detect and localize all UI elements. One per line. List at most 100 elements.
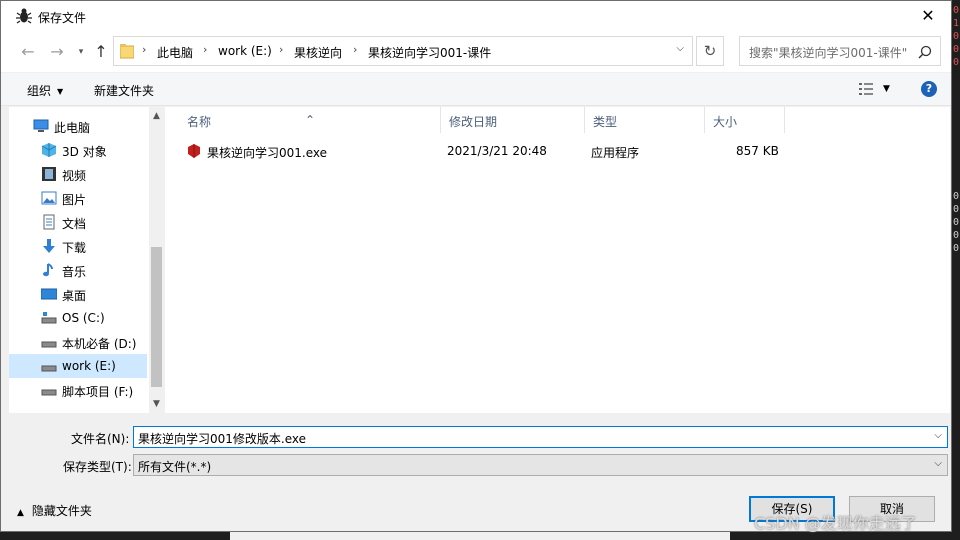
chevron-down-icon[interactable]: ⌵: [934, 458, 942, 469]
drive-icon: [41, 389, 57, 396]
breadcrumb-separator-icon: ›: [203, 43, 208, 56]
view-options-caret-icon[interactable]: ▼: [883, 84, 890, 94]
background-terminal: 0 1 0 0 0 0 0 0 0 0: [952, 0, 960, 540]
view-details-icon[interactable]: [859, 83, 873, 95]
bg-digit: 0: [952, 243, 959, 254]
column-header-name[interactable]: 名称 ⌃: [179, 107, 441, 133]
sidebar-item-label: 音乐: [62, 265, 87, 279]
breadcrumb-item[interactable]: 果核逆向: [294, 44, 342, 61]
sidebar-item-videos[interactable]: 视频: [9, 162, 147, 186]
background-gap: [230, 532, 730, 540]
help-button[interactable]: ?: [921, 81, 937, 97]
sidebar-item-drive-d[interactable]: 本机必备 (D:): [9, 330, 147, 354]
forward-button[interactable]: →: [46, 41, 68, 63]
refresh-button[interactable]: ↻: [696, 36, 724, 66]
up-button[interactable]: ↑: [90, 41, 112, 63]
breadcrumb-item[interactable]: 果核逆向学习001-课件: [368, 44, 491, 61]
drive-icon: [41, 341, 57, 348]
sidebar-item-drive-f[interactable]: 脚本项目 (F:): [9, 378, 147, 402]
back-arrow-icon: ←: [21, 42, 35, 61]
exe-app-icon: [188, 144, 200, 158]
breadcrumb-item[interactable]: work (E:): [218, 44, 272, 58]
search-box[interactable]: 搜索"果核逆向学习001-课件": [739, 36, 941, 66]
organize-menu[interactable]: 组织 ▼: [27, 82, 63, 99]
sidebar-scrollbar[interactable]: ▲ ▼: [149, 107, 164, 413]
window-title: 保存文件: [38, 11, 87, 25]
documents-icon: [43, 214, 55, 230]
sidebar-item-drive-e[interactable]: work (E:): [9, 354, 147, 378]
sidebar-item-documents[interactable]: 文档: [9, 210, 147, 234]
sidebar-item-label: 3D 对象: [62, 145, 107, 159]
column-header-modified[interactable]: 修改日期: [441, 107, 585, 133]
sidebar-item-label: 文档: [62, 217, 87, 231]
column-header-label: 类型: [593, 115, 618, 129]
bg-digit: 0: [952, 204, 959, 215]
sidebar-item-pictures[interactable]: 图片: [9, 186, 147, 210]
sidebar-item-3d-objects[interactable]: 3D 对象: [9, 138, 147, 162]
app-bug-icon: [16, 8, 32, 24]
file-row[interactable]: 果核逆向学习001.exe 2021/3/21 20:48 应用程序 857 K…: [179, 141, 939, 161]
sidebar-item-label: 桌面: [62, 289, 87, 303]
filename-field[interactable]: 果核逆向学习001修改版本.exe ⌵: [133, 426, 948, 448]
search-input[interactable]: 搜索"果核逆向学习001-课件": [749, 44, 907, 61]
recent-locations-button[interactable]: ▾: [70, 41, 92, 63]
sort-ascending-icon: ⌃: [305, 113, 316, 127]
bg-digit: 1: [952, 18, 959, 29]
filetype-label: 保存类型(T):: [63, 460, 132, 474]
sidebar-item-label: 此电脑: [54, 121, 91, 135]
video-icon: [42, 167, 56, 181]
scroll-down-icon[interactable]: ▼: [149, 399, 164, 409]
sidebar-item-drive-c[interactable]: OS (C:): [9, 306, 147, 330]
column-header-size[interactable]: 大小: [705, 107, 785, 133]
column-header-label: 大小: [713, 115, 738, 129]
caret-down-icon: ▼: [57, 87, 64, 96]
sidebar-item-label: 视频: [62, 169, 87, 183]
back-button[interactable]: ←: [17, 41, 39, 63]
sidebar-item-label: 本机必备 (D:): [62, 337, 137, 351]
sidebar-item-label: OS (C:): [62, 311, 105, 325]
title-bar[interactable]: 保存文件 ✕: [1, 1, 951, 32]
file-list: 名称 ⌃ 修改日期 类型 大小 果核逆向学习001.exe 2021/3/21 …: [165, 107, 950, 413]
sidebar-item-this-pc[interactable]: 此电脑: [9, 114, 147, 138]
forward-arrow-icon: →: [50, 42, 64, 61]
new-folder-label: 新建文件夹: [94, 84, 155, 98]
file-size: 857 KB: [736, 144, 779, 158]
column-header-type[interactable]: 类型: [585, 107, 705, 133]
filename-input[interactable]: 果核逆向学习001修改版本.exe: [138, 430, 306, 447]
new-folder-button[interactable]: 新建文件夹: [94, 82, 154, 99]
refresh-icon: ↻: [703, 42, 717, 60]
bg-digit: 0: [952, 57, 959, 68]
hide-folders-toggle[interactable]: ▲ 隐藏文件夹: [17, 502, 92, 519]
navigation-bar: ← → ▾ ↑ › 此电脑 › work (E:) › 果核逆向 › 果核逆向学…: [1, 32, 951, 72]
bg-digit: 0: [952, 217, 959, 228]
sidebar-item-label: 图片: [62, 193, 87, 207]
bg-digit: 0: [952, 31, 959, 42]
bg-digit: 0: [952, 5, 959, 16]
sidebar-item-label: work (E:): [62, 359, 116, 373]
filename-label: 文件名(N):: [71, 432, 130, 446]
scroll-up-icon[interactable]: ▲: [149, 111, 164, 121]
command-toolbar: 组织 ▼ 新建文件夹 ▼ ?: [1, 73, 951, 106]
file-name: 果核逆向学习001.exe: [207, 146, 328, 160]
filetype-select[interactable]: 所有文件(*.*) ⌵: [133, 454, 948, 476]
drive-icon: [41, 365, 57, 372]
close-button[interactable]: ✕: [905, 1, 951, 32]
chevron-down-icon[interactable]: ⌵: [934, 430, 942, 441]
chevron-down-icon: ▾: [78, 47, 84, 57]
desktop-icon: [41, 288, 57, 300]
scrollbar-thumb[interactable]: [151, 247, 162, 387]
pictures-icon: [41, 191, 57, 205]
address-bar[interactable]: › 此电脑 › work (E:) › 果核逆向 › 果核逆向学习001-课件 …: [113, 36, 693, 66]
computer-icon: [33, 119, 49, 132]
bg-digit: 0: [952, 230, 959, 241]
sidebar-item-music[interactable]: 音乐: [9, 258, 147, 282]
watermark: CSDN @发现你走远了: [754, 514, 917, 533]
sidebar-item-downloads[interactable]: 下载: [9, 234, 147, 258]
breadcrumb-item[interactable]: 此电脑: [157, 44, 193, 61]
sidebar-item-desktop[interactable]: 桌面: [9, 282, 147, 306]
bg-digit: 0: [952, 44, 959, 55]
downloads-icon: [43, 239, 55, 253]
file-type: 应用程序: [591, 146, 640, 160]
address-dropdown-icon[interactable]: ⌵: [676, 43, 684, 54]
close-icon: ✕: [921, 6, 935, 25]
